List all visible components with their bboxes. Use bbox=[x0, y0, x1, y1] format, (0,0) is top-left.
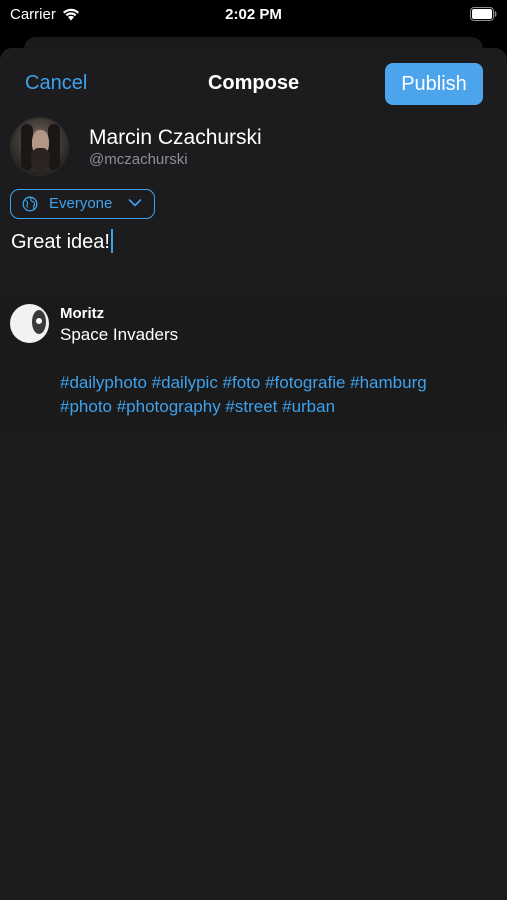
quoted-author-avatar bbox=[10, 304, 49, 343]
text-cursor bbox=[110, 229, 113, 253]
hashtags-line-1[interactable]: #dailyphoto #dailypic #foto #fotografie … bbox=[60, 371, 500, 395]
visibility-label: Everyone bbox=[49, 195, 113, 212]
status-time: 2:02 PM bbox=[225, 6, 282, 23]
quoted-post: Moritz Space Invaders #dailyphoto #daily… bbox=[0, 295, 507, 430]
avatar[interactable] bbox=[10, 117, 69, 176]
compose-sheet bbox=[0, 48, 507, 900]
battery-icon bbox=[470, 7, 497, 21]
compose-text-area[interactable]: Great idea! bbox=[11, 229, 113, 254]
chevron-down-icon bbox=[128, 199, 142, 207]
compose-text: Great idea! bbox=[11, 231, 110, 253]
status-bar: Carrier 2:02 PM bbox=[0, 0, 507, 30]
quoted-post-text: Space Invaders bbox=[60, 325, 179, 344]
user-name: Marcin Czachurski bbox=[89, 126, 262, 149]
quoted-author-name: Moritz bbox=[60, 305, 105, 322]
globe-icon bbox=[22, 196, 38, 212]
publish-button[interactable]: Publish bbox=[385, 63, 483, 105]
hashtags-line-2[interactable]: #photo #photography #street #urban bbox=[60, 395, 500, 419]
user-handle: @mczachurski bbox=[89, 151, 188, 168]
visibility-button[interactable]: Everyone bbox=[10, 189, 155, 219]
quoted-post-hashtags: #dailyphoto #dailypic #foto #fotografie … bbox=[60, 371, 500, 419]
